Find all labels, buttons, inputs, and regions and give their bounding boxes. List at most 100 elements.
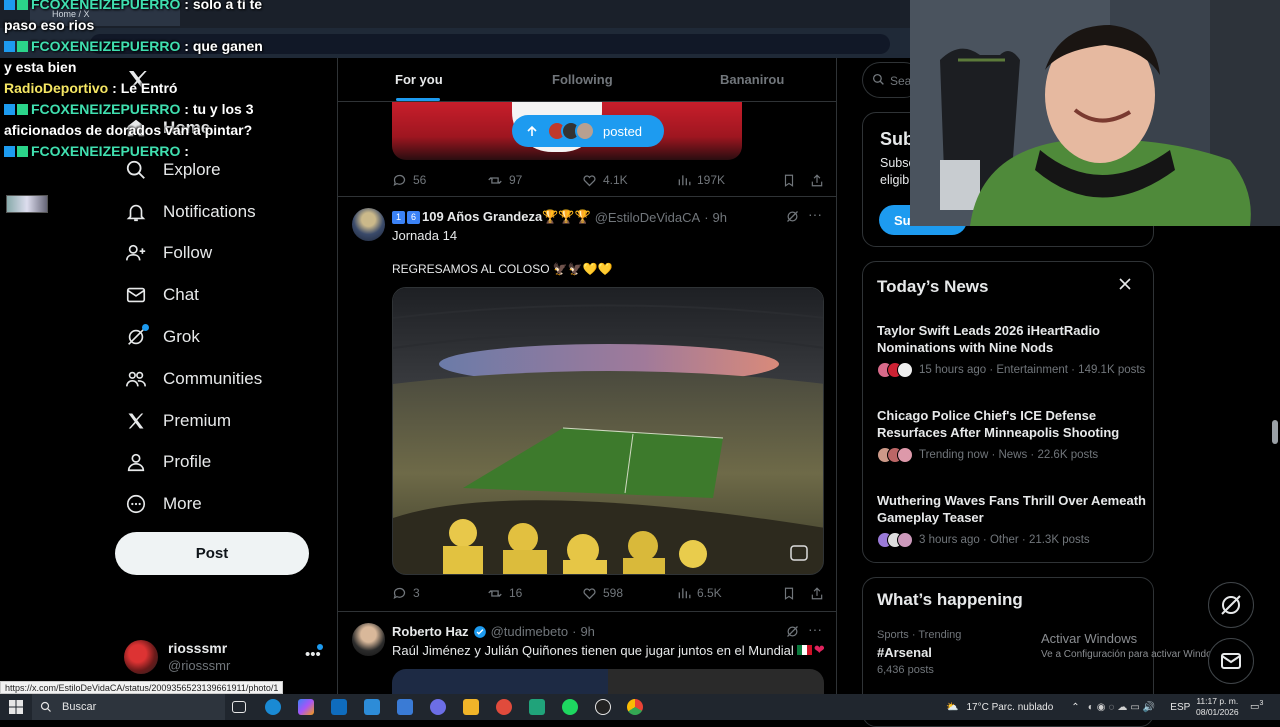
sidebar-item-chat[interactable]: Chat xyxy=(124,275,199,315)
tab-for-you[interactable]: For you xyxy=(395,72,443,87)
weather-text[interactable]: 17°C Parc. nublado xyxy=(966,702,1053,713)
author-name[interactable]: 109 Años Grandeza🏆🏆🏆 xyxy=(422,209,591,225)
vscode-icon[interactable] xyxy=(397,699,413,715)
author-name[interactable]: Roberto Haz xyxy=(392,624,469,639)
sidebar-item-label: More xyxy=(163,494,202,513)
grok-floating-button[interactable] xyxy=(1208,582,1254,628)
chrome-icon[interactable] xyxy=(627,699,643,715)
sidebar-item-label: Chat xyxy=(163,285,199,304)
news-title: Chicago Police Chief's ICE Defense Resur… xyxy=(877,408,1120,440)
new-posts-pill[interactable]: posted xyxy=(512,115,664,147)
news-item[interactable]: Chicago Police Chief's ICE Defense Resur… xyxy=(877,407,1147,463)
share-icon[interactable] xyxy=(810,173,824,188)
grok-icon[interactable] xyxy=(785,209,800,224)
trend-tag[interactable]: #Arsenal xyxy=(877,645,932,660)
sidebar-item-communities[interactable]: Communities xyxy=(124,359,262,399)
messages-floating-button[interactable] xyxy=(1208,638,1254,684)
chat-message: RadioDeportivo : Le Entró xyxy=(4,80,178,96)
bookmark-icon[interactable] xyxy=(782,173,796,188)
account-handle: @riosssmr xyxy=(168,658,231,673)
feed-tabs: For you Following Bananirou xyxy=(338,58,836,102)
search-icon xyxy=(872,73,885,86)
tray-icons[interactable]: ◐◉◌☁▭🔊 xyxy=(1088,702,1159,713)
reply-button[interactable]: 3 xyxy=(392,586,487,601)
close-icon[interactable] xyxy=(1119,278,1131,290)
card-title: Sub xyxy=(880,129,914,149)
taskbar-clock[interactable]: 11:17 p. m. 08/01/2026 xyxy=(1196,696,1239,718)
views-button[interactable]: 6.5K xyxy=(677,586,772,600)
sidebar-item-profile[interactable]: Profile xyxy=(124,442,211,482)
like-button[interactable]: 4.1K xyxy=(582,173,677,188)
divider xyxy=(338,611,836,612)
tab-following[interactable]: Following xyxy=(552,72,613,87)
views-button[interactable]: 197K xyxy=(677,173,772,187)
avatar-stack xyxy=(877,447,913,463)
like-button[interactable]: 598 xyxy=(582,586,677,601)
post-time[interactable]: 9h xyxy=(713,210,727,225)
edge-icon[interactable] xyxy=(265,699,281,715)
bookmark-icon[interactable] xyxy=(782,586,796,601)
tab-bananirou[interactable]: Bananirou xyxy=(720,72,784,87)
post-time[interactable]: 9h xyxy=(580,624,594,639)
copilot-icon[interactable] xyxy=(298,699,314,715)
app-icon[interactable] xyxy=(430,699,446,715)
author-handle[interactable]: @tudimebeto xyxy=(491,624,569,639)
sidebar-item-grok[interactable]: Grok xyxy=(124,317,200,357)
repost-button[interactable]: 16 xyxy=(487,586,582,601)
mexico-flag-icon xyxy=(796,645,812,655)
taskbar-search-label: Buscar xyxy=(62,701,97,713)
mail-icon xyxy=(124,283,148,307)
reply-button[interactable]: 56 xyxy=(392,173,487,188)
communities-icon xyxy=(124,367,148,391)
more-circle-icon xyxy=(124,492,148,516)
repost-button[interactable]: 97 xyxy=(487,173,582,188)
sidebar-item-label: Profile xyxy=(163,452,212,471)
chevron-up-icon[interactable]: ⌃ xyxy=(1071,702,1079,713)
webcam-overlay xyxy=(910,0,1280,226)
chat-message: FCOXENEIZEPUERRO : tu y los 3 aficionado… xyxy=(4,101,254,138)
task-view-icon[interactable] xyxy=(232,701,246,713)
account-switcher[interactable]: riosssmr @riosssmr ••• xyxy=(122,638,332,678)
more-dots-icon[interactable]: ••• xyxy=(305,646,321,663)
news-item[interactable]: Wuthering Waves Fans Thrill Over Aemeath… xyxy=(877,492,1147,548)
file-explorer-icon[interactable] xyxy=(463,699,479,715)
sidebar-item-label: Notifications xyxy=(163,202,256,221)
sidebar-item-more[interactable]: More xyxy=(124,484,202,524)
news-meta: 3 hours ago · Other · 21.3K posts xyxy=(919,534,1090,546)
sidebar-item-follow[interactable]: Follow xyxy=(124,233,212,273)
keycap-badge: 1 xyxy=(392,210,405,224)
more-dots-icon[interactable]: ··· xyxy=(808,621,822,637)
chat-message: FCOXENEIZEPUERRO : xyxy=(4,141,264,162)
author-handle[interactable]: @EstiloDeVidaCA xyxy=(595,210,700,225)
more-dots-icon[interactable]: ··· xyxy=(808,206,822,222)
arrow-up-icon xyxy=(526,125,538,137)
heart-icon: ❤ xyxy=(813,642,825,657)
share-icon[interactable] xyxy=(810,586,824,601)
app-icon[interactable] xyxy=(529,699,545,715)
taskbar-search[interactable]: Buscar xyxy=(32,694,225,720)
sidebar-item-premium[interactable]: Premium xyxy=(124,401,231,441)
language-indicator[interactable]: ESP xyxy=(1170,702,1190,713)
grok-icon[interactable] xyxy=(785,624,800,639)
card-title: Today’s News xyxy=(877,277,989,296)
post-image-stadium[interactable] xyxy=(392,287,824,575)
news-item[interactable]: Taylor Swift Leads 2026 iHeartRadio Nomi… xyxy=(877,322,1147,378)
views-icon xyxy=(678,175,691,186)
avatar[interactable] xyxy=(352,623,385,656)
repost-icon xyxy=(488,176,502,184)
spotify-icon[interactable] xyxy=(562,699,578,715)
windows-start-icon[interactable] xyxy=(9,700,23,714)
post-button[interactable]: Post xyxy=(115,532,309,575)
store-icon[interactable] xyxy=(364,699,380,715)
avatar[interactable] xyxy=(352,208,385,241)
opera-icon[interactable] xyxy=(496,699,512,715)
views-icon xyxy=(678,588,691,599)
stream-chat-overlay: FCOXENEIZEPUERRO : solo a ti te paso eso… xyxy=(4,0,264,162)
outlook-icon[interactable] xyxy=(331,699,347,715)
chat-message: FCOXENEIZEPUERRO : que ganen y esta bien xyxy=(4,38,263,75)
notification-center-icon[interactable]: ▭3 xyxy=(1250,700,1263,712)
sidebar-item-notifications[interactable]: Notifications xyxy=(124,192,256,232)
reply-icon xyxy=(393,174,406,186)
obs-icon[interactable] xyxy=(595,699,611,715)
scrollbar-thumb[interactable] xyxy=(1272,420,1278,444)
